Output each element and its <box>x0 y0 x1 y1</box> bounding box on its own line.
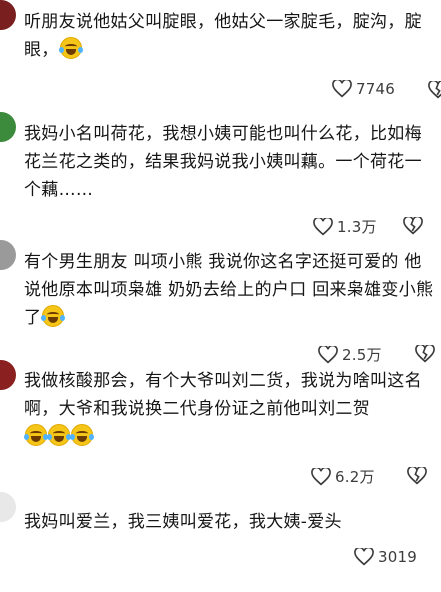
like-count: 6.2万 <box>335 468 375 486</box>
avatar[interactable] <box>0 112 16 142</box>
comment-text: 我妈叫爱兰，我三姨叫爱花，我大姨-爱头 <box>24 508 436 536</box>
like-button[interactable]: 6.2万 <box>311 466 375 487</box>
comment-text: 听朋友说他姑父叫腚眼，他姑父一家腚毛，腚沟，腚眼， <box>24 8 436 64</box>
heart-icon <box>354 548 374 566</box>
dislike-icon[interactable] <box>403 217 423 235</box>
like-button[interactable]: 1.3万 <box>313 216 377 237</box>
like-count: 3019 <box>378 548 417 566</box>
laughing-crying-emoji-icon <box>24 424 48 446</box>
laughing-crying-emoji-icon <box>58 37 83 59</box>
comment-text: 我妈小名叫荷花，我想小姨可能也叫什么花，比如梅花兰花之类的，结果我妈说我小姨叫藕… <box>24 120 436 204</box>
avatar[interactable] <box>0 492 16 522</box>
like-button[interactable]: 3019 <box>354 548 417 566</box>
comment-body: 有个男生朋友 叫项小熊 我说你这名字还挺可爱的 他说他原本叫项枭雄 奶奶去给上的… <box>24 252 434 328</box>
avatar[interactable] <box>0 360 16 390</box>
like-count: 1.3万 <box>337 218 377 236</box>
like-button[interactable]: 2.5万 <box>318 344 382 365</box>
comment-body: 我妈小名叫荷花，我想小姨可能也叫什么花，比如梅花兰花之类的，结果我妈说我小姨叫藕… <box>24 124 422 200</box>
laughing-crying-emoji-icon <box>47 424 71 446</box>
like-button[interactable]: 7746 <box>332 80 395 98</box>
laughing-crying-emoji-icon <box>70 424 94 446</box>
like-count: 7746 <box>356 80 395 98</box>
dislike-icon[interactable] <box>415 345 435 363</box>
dislike-icon[interactable] <box>407 467 427 485</box>
heart-icon <box>311 467 331 485</box>
heart-icon <box>332 80 352 98</box>
comment-body: 我妈叫爱兰，我三姨叫爱花，我大姨-爱头 <box>24 512 342 532</box>
comment-body: 我做核酸那会，有个大爷叫刘二货，我说为啥叫这名啊，大爷和我说换二代身份证之前他叫… <box>24 371 422 419</box>
dislike-icon[interactable] <box>428 81 441 99</box>
laughing-crying-emoji-icon <box>41 305 66 327</box>
heart-icon <box>318 345 338 363</box>
avatar[interactable] <box>0 240 16 270</box>
avatar[interactable] <box>0 0 16 30</box>
heart-icon <box>313 217 333 235</box>
like-count: 2.5万 <box>342 346 382 364</box>
comment-text: 我做核酸那会，有个大爷叫刘二货，我说为啥叫这名啊，大爷和我说换二代身份证之前他叫… <box>24 367 436 451</box>
comment-body: 听朋友说他姑父叫腚眼，他姑父一家腚毛，腚沟，腚眼， <box>24 12 422 60</box>
comment-text: 有个男生朋友 叫项小熊 我说你这名字还挺可爱的 他说他原本叫项枭雄 奶奶去给上的… <box>24 248 436 332</box>
